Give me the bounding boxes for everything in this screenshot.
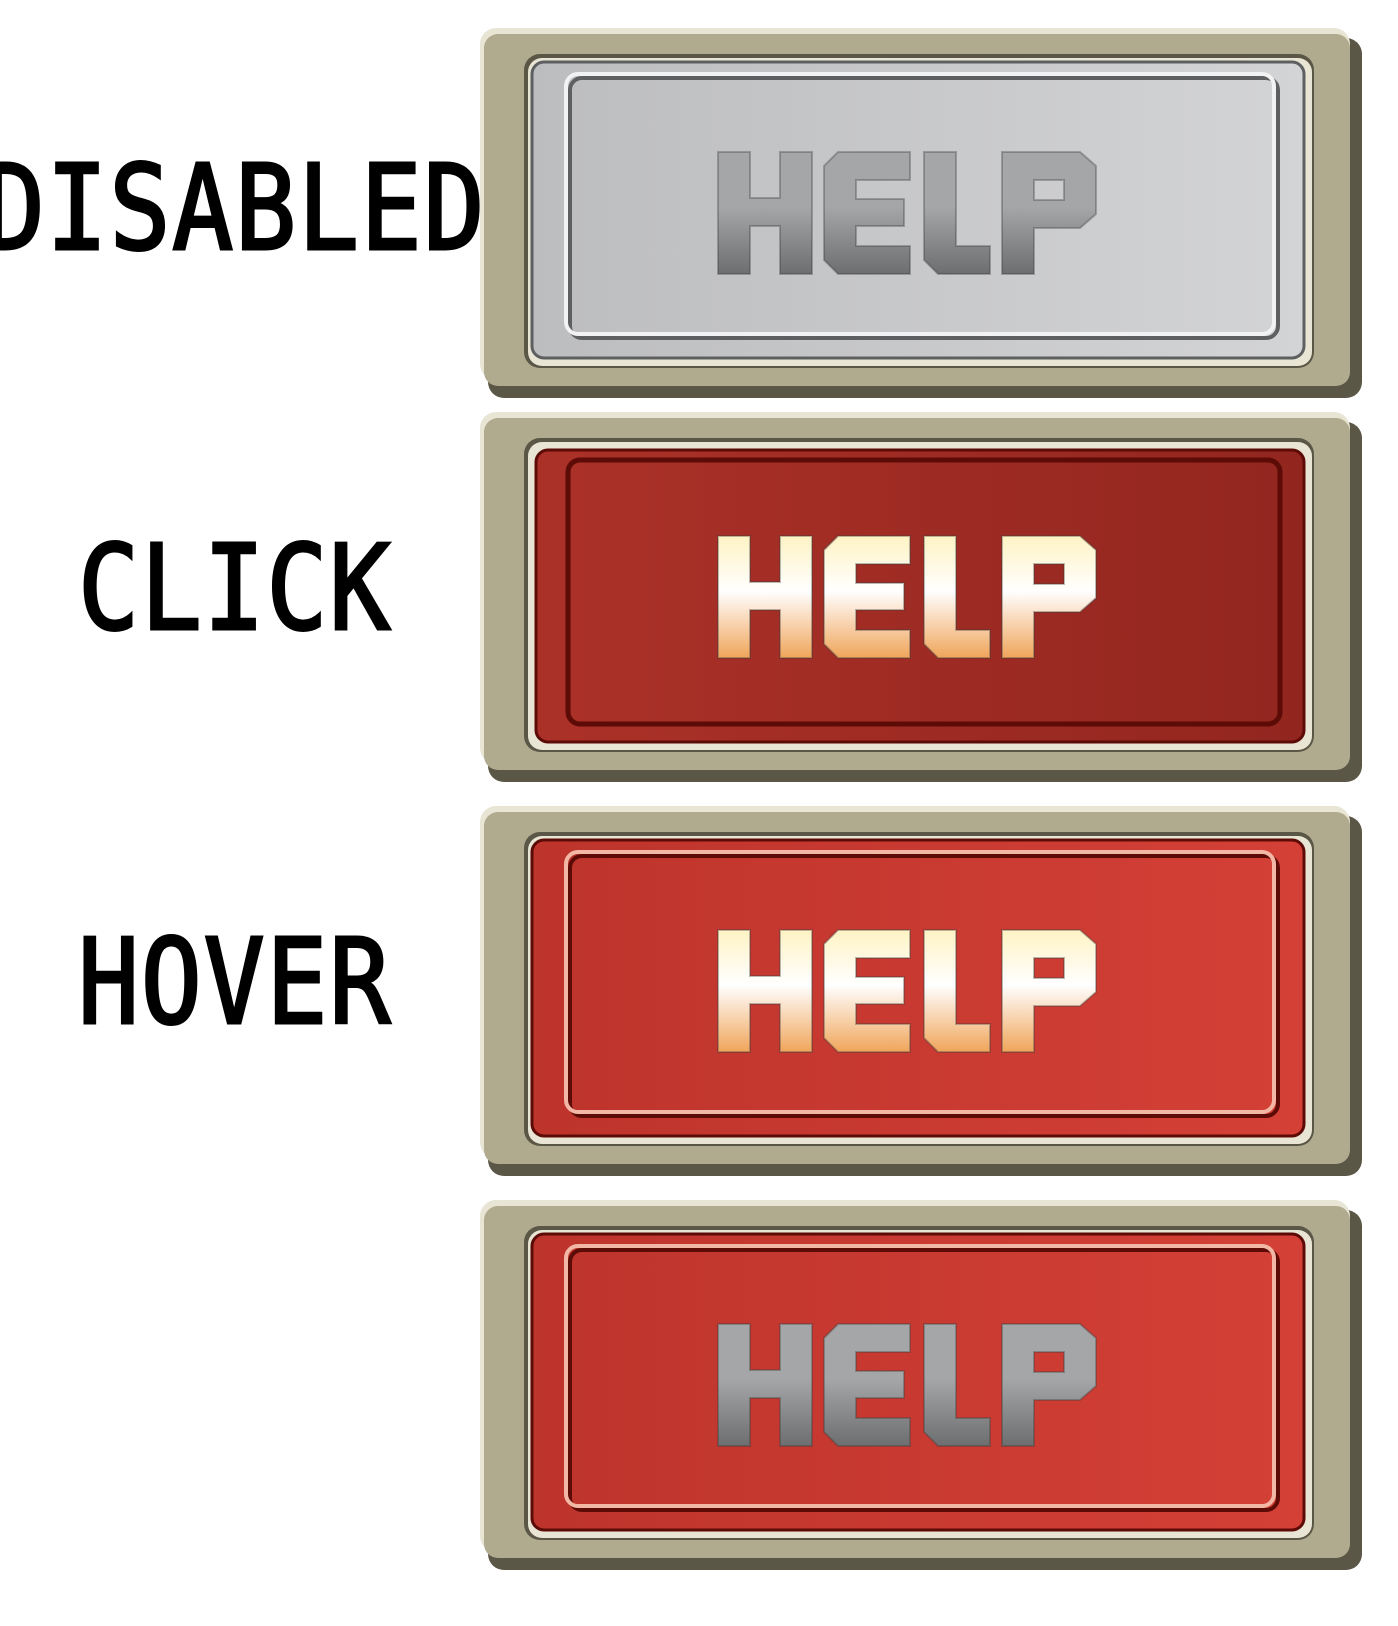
help-button-graphic: HELP xyxy=(480,412,1362,782)
help-button[interactable]: HELP xyxy=(478,1200,1364,1572)
help-button[interactable]: HELP xyxy=(478,412,1364,784)
help-button-graphic: HELP xyxy=(480,28,1362,398)
state-label: DISABLED xyxy=(0,138,487,279)
help-button-graphic: HELP xyxy=(480,1200,1362,1570)
state-row-hover: HOVER HELP xyxy=(0,778,1398,1176)
help-button[interactable]: HELP xyxy=(478,28,1364,400)
state-label: CLICK xyxy=(77,518,393,659)
state-row-click: CLICK HELP xyxy=(0,384,1398,782)
help-button-graphic: HELP xyxy=(480,806,1362,1176)
help-button-label: HELP xyxy=(920,1399,923,1401)
help-button-label: HELP xyxy=(920,227,923,229)
state-label xyxy=(33,1190,437,1562)
state-row-normal: HELP xyxy=(0,1172,1398,1570)
help-button-label: HELP xyxy=(920,1005,923,1007)
help-button[interactable]: HELP xyxy=(478,806,1364,1178)
state-label: HOVER xyxy=(77,912,393,1053)
help-button-label: HELP xyxy=(920,611,923,613)
state-row-disabled: DISABLED HELP xyxy=(0,0,1398,398)
